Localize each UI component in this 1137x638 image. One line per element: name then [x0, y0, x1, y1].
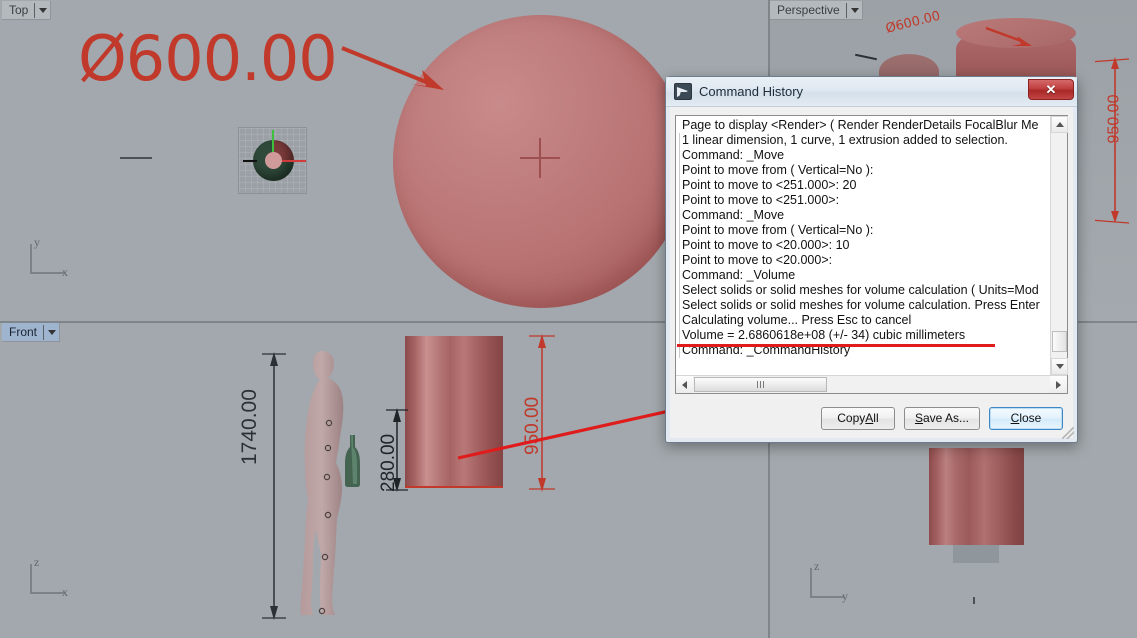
axis-label-y: y	[842, 589, 848, 603]
axis-label-z: z	[34, 555, 40, 569]
grip-line	[757, 381, 758, 388]
close-button[interactable]: Close	[989, 406, 1063, 430]
triangle-up-icon	[1055, 122, 1064, 127]
annotation-underline	[677, 344, 995, 347]
history-line: Point to move to <251.000>:	[679, 193, 1050, 208]
label-divider	[43, 324, 45, 340]
axis-arm-vertical	[810, 568, 812, 598]
viewport-top[interactable]: Ø600.00 y x	[0, 0, 769, 322]
dimension-leader-arrow	[341, 46, 444, 90]
front-view-cylinder-bottom-edge	[405, 486, 503, 488]
chevron-down-icon[interactable]	[850, 7, 859, 13]
thumbnail-axis-black	[243, 160, 257, 162]
axis-label-y: y	[34, 235, 40, 249]
close-icon[interactable]: ✕	[1028, 79, 1074, 100]
dimension-front-person-height[interactable]: 1740.00	[238, 389, 262, 465]
dimension-280-line	[386, 408, 408, 492]
axis-indicator-top: y x	[22, 236, 68, 282]
dialog-resize-grip[interactable]	[1062, 427, 1074, 439]
axis-arm-horizontal	[810, 596, 844, 598]
right-view-point-marker	[973, 597, 975, 604]
viewport-label-text: Top	[9, 3, 29, 17]
history-line: Point to move from ( Vertical=No ):	[679, 163, 1050, 178]
axis-label-x: x	[62, 585, 68, 599]
axis-label-z: z	[814, 559, 820, 573]
triangle-left-icon	[682, 380, 687, 389]
dialog-titlebar[interactable]: Command History ✕	[666, 77, 1077, 107]
dimension-1740-line	[262, 352, 286, 620]
disc-center-mark-vertical	[539, 138, 541, 178]
viewport-label-text: Perspective	[777, 3, 840, 17]
history-line: Calculating volume... Press Esc to cance…	[679, 313, 1050, 328]
history-horizontal-scrollbar[interactable]	[676, 375, 1067, 393]
label-divider	[34, 2, 36, 18]
label-divider	[845, 2, 847, 18]
dialog-title: Command History	[699, 84, 804, 99]
dimension-perspective-height-line	[1095, 57, 1130, 224]
thumbnail-axis-red	[280, 160, 306, 162]
dimension-950-front-line	[529, 334, 555, 492]
grip-line	[760, 381, 761, 388]
thumbnail-core	[265, 152, 282, 169]
command-history-dialog[interactable]: Command History ✕ Page to display <Rende…	[665, 76, 1078, 443]
history-line: Volume = 2.6860618e+08 (+/- 34) cubic mi…	[679, 328, 1050, 343]
axis-indicator-front-gizmo: z x	[22, 556, 68, 602]
history-line: Select solids or solid meshes for volume…	[679, 283, 1050, 298]
scroll-up-button[interactable]	[1051, 116, 1068, 133]
perspective-leader-arrow	[985, 26, 1032, 46]
history-vertical-scrollbar[interactable]	[1050, 116, 1068, 375]
scroll-right-button[interactable]	[1050, 376, 1067, 393]
history-line: 1 linear dimension, 1 curve, 1 extrusion…	[679, 133, 1050, 148]
chevron-down-icon[interactable]	[48, 329, 57, 335]
axis-arm-vertical	[30, 564, 32, 594]
viewport-label-top[interactable]: Top	[2, 1, 52, 20]
dimension-top-diameter[interactable]: Ø600.00	[78, 22, 338, 95]
rhino-application-window: Ø600.00 y x Ø600.00 950.00 1740.00 280.0…	[0, 0, 1137, 638]
history-line: Page to display <Render> ( Render Render…	[682, 118, 1039, 132]
axis-arm-horizontal	[30, 272, 64, 274]
command-history-text[interactable]: Page to display <Render> ( Render Render…	[676, 116, 1050, 375]
scroll-left-button[interactable]	[676, 376, 693, 393]
history-line: Select solids or solid meshes for volume…	[679, 298, 1050, 313]
viewport-label-front[interactable]: Front	[2, 323, 61, 342]
axis-indicator-right-gizmo: z y	[802, 560, 848, 606]
top-view-edge-tick	[120, 157, 152, 159]
history-line: Command: _Move	[679, 208, 1050, 223]
vertical-scrollbar-thumb[interactable]	[1052, 331, 1067, 352]
history-line: Command: _Move	[679, 148, 1050, 163]
right-view-base-block	[953, 545, 999, 563]
axis-label-x: x	[62, 265, 68, 279]
history-line: Point to move to <20.000>:	[679, 253, 1050, 268]
grip-line	[763, 381, 764, 388]
copy-all-button[interactable]: Copy All	[820, 406, 895, 430]
front-view-cylinder-object[interactable]	[405, 336, 503, 488]
horizontal-scrollbar-thumb[interactable]	[694, 377, 827, 392]
save-as-button[interactable]: Save As...	[903, 406, 980, 430]
render-preview-thumbnail[interactable]	[238, 127, 307, 194]
dialog-footer: Copy All Save As... Close	[666, 394, 1077, 442]
triangle-down-icon	[1055, 364, 1064, 369]
triangle-right-icon	[1056, 380, 1061, 389]
history-panel: Page to display <Render> ( Render Render…	[675, 115, 1068, 394]
chevron-down-icon[interactable]	[39, 7, 48, 13]
bottle-object[interactable]	[344, 434, 361, 488]
right-view-cylinder-object[interactable]	[929, 448, 1024, 545]
viewport-label-text: Front	[9, 325, 38, 339]
history-line: Command: _Volume	[679, 268, 1050, 283]
history-line: Point to move to <251.000>: 20	[679, 178, 1050, 193]
viewport-label-perspective[interactable]: Perspective	[770, 1, 863, 20]
axis-arm-vertical	[30, 244, 32, 274]
rhino-icon	[674, 83, 692, 100]
history-text-wrap: Page to display <Render> ( Render Render…	[676, 116, 1068, 375]
history-line: Point to move from ( Vertical=No ):	[679, 223, 1050, 238]
axis-arm-horizontal	[30, 592, 64, 594]
scroll-down-button[interactable]	[1051, 358, 1068, 375]
history-line: Point to move to <20.000>: 10	[679, 238, 1050, 253]
